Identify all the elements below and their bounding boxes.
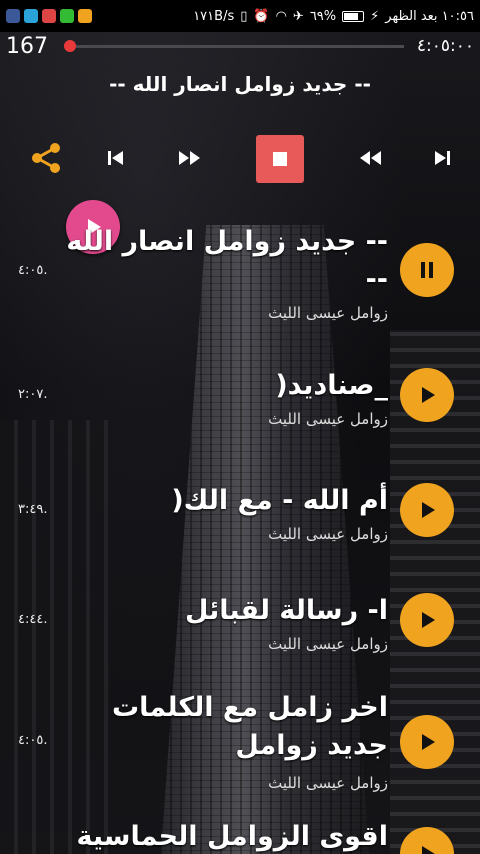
fast-forward-button[interactable] — [168, 132, 212, 184]
track-artist: زوامل عيسى الليث — [268, 635, 388, 653]
next-button[interactable] — [422, 132, 462, 184]
list-item[interactable]: ا- رسالة لقبائل زوامل عيسى الليث ٤:٤٤. — [0, 585, 480, 665]
now-playing-title: -- جديد زوامل انصار الله -- — [109, 72, 371, 96]
previous-button[interactable] — [96, 132, 136, 184]
notification-icons — [6, 9, 92, 23]
track-duration: ٤:٤٤. — [18, 612, 48, 627]
share-icon — [32, 143, 60, 173]
position-counter: 167 — [6, 33, 48, 59]
share-button[interactable] — [18, 132, 74, 184]
play-button[interactable] — [400, 827, 454, 854]
track-artist: زوامل عيسى الليث — [268, 304, 388, 322]
list-item[interactable]: -- جديد زوامل انصار الله -- زوامل عيسى ا… — [0, 200, 480, 325]
skip-next-icon — [435, 151, 450, 165]
total-duration: ٤:٠٥:٠٠ — [416, 36, 474, 56]
charging-icon: ⚡ — [370, 8, 380, 24]
play-icon — [422, 387, 435, 403]
track-duration: ٤:٠٥. — [18, 733, 48, 748]
track-artist: زوامل عيسى الليث — [268, 410, 388, 428]
battery-icon — [342, 10, 365, 22]
skip-previous-icon — [108, 151, 123, 165]
list-item[interactable]: اقوى الزوامل الحماسية — [0, 817, 480, 854]
fast-forward-icon — [179, 151, 200, 165]
player-controls — [0, 132, 480, 184]
wifi-icon: ◠ — [275, 8, 287, 24]
list-item[interactable]: اخر زامل مع الكلمات جديد زوامل زوامل عيس… — [0, 688, 480, 798]
play-button[interactable] — [400, 715, 454, 769]
facebook-icon — [6, 9, 20, 23]
track-duration: ٤:٠٥. — [18, 263, 48, 278]
track-title-line2: -- — [365, 264, 388, 295]
track-title: أم الله - مع الك( — [171, 485, 388, 516]
clock: ١٠:٥٦ بعد الظهر — [385, 8, 474, 24]
play-button[interactable] — [400, 593, 454, 647]
stop-icon — [273, 152, 287, 166]
sim-icon: ▯ — [240, 8, 248, 24]
app-icon — [60, 9, 74, 23]
app-icon — [78, 9, 92, 23]
stop-button[interactable] — [256, 135, 304, 183]
play-icon — [422, 612, 435, 628]
seek-bar-thumb[interactable] — [64, 39, 76, 52]
track-artist: زوامل عيسى الليث — [268, 774, 388, 792]
track-title: اقوى الزوامل الحماسية — [76, 821, 389, 852]
play-button[interactable] — [400, 368, 454, 422]
play-button[interactable] — [400, 483, 454, 537]
network-speed: ١٧١B/s — [193, 8, 235, 24]
play-icon — [422, 502, 435, 518]
track-artist: زوامل عيسى الليث — [268, 525, 388, 543]
app-icon — [42, 9, 56, 23]
rewind-button[interactable] — [348, 132, 392, 184]
list-item[interactable]: _صناديد( زوامل عيسى الليث ٢:٠٧. — [0, 360, 480, 440]
track-title: _صناديد( — [275, 370, 388, 401]
track-duration: ٣:٤٩. — [18, 502, 48, 517]
play-icon — [422, 734, 435, 750]
list-item[interactable]: أم الله - مع الك( زوامل عيسى الليث ٣:٤٩. — [0, 475, 480, 555]
pause-button[interactable] — [400, 243, 454, 297]
progress-row: 167 ٤:٠٥:٠٠ — [0, 32, 480, 60]
play-icon — [422, 846, 435, 854]
rewind-icon — [360, 151, 381, 165]
status-bar: ١٧١B/s ▯ ⏰ ◠ ✈ ٦٩% ⚡ ١٠:٥٦ بعد الظهر — [0, 0, 480, 32]
airplane-icon: ✈ — [292, 8, 304, 24]
track-duration: ٢:٠٧. — [18, 387, 48, 402]
track-title: -- جديد زوامل انصار الله — [66, 226, 388, 257]
battery-percent: ٦٩% — [309, 8, 337, 24]
seek-bar[interactable] — [64, 39, 404, 52]
app-icon — [24, 9, 38, 23]
track-title: ا- رسالة لقبائل — [185, 595, 388, 626]
system-status: ١٧١B/s ▯ ⏰ ◠ ✈ ٦٩% ⚡ ١٠:٥٦ بعد الظهر — [193, 9, 474, 24]
track-title-line2: جديد زوامل — [235, 730, 388, 761]
pause-icon — [421, 262, 433, 278]
track-title: اخر زامل مع الكلمات — [112, 692, 388, 723]
alarm-icon: ⏰ — [253, 8, 270, 24]
